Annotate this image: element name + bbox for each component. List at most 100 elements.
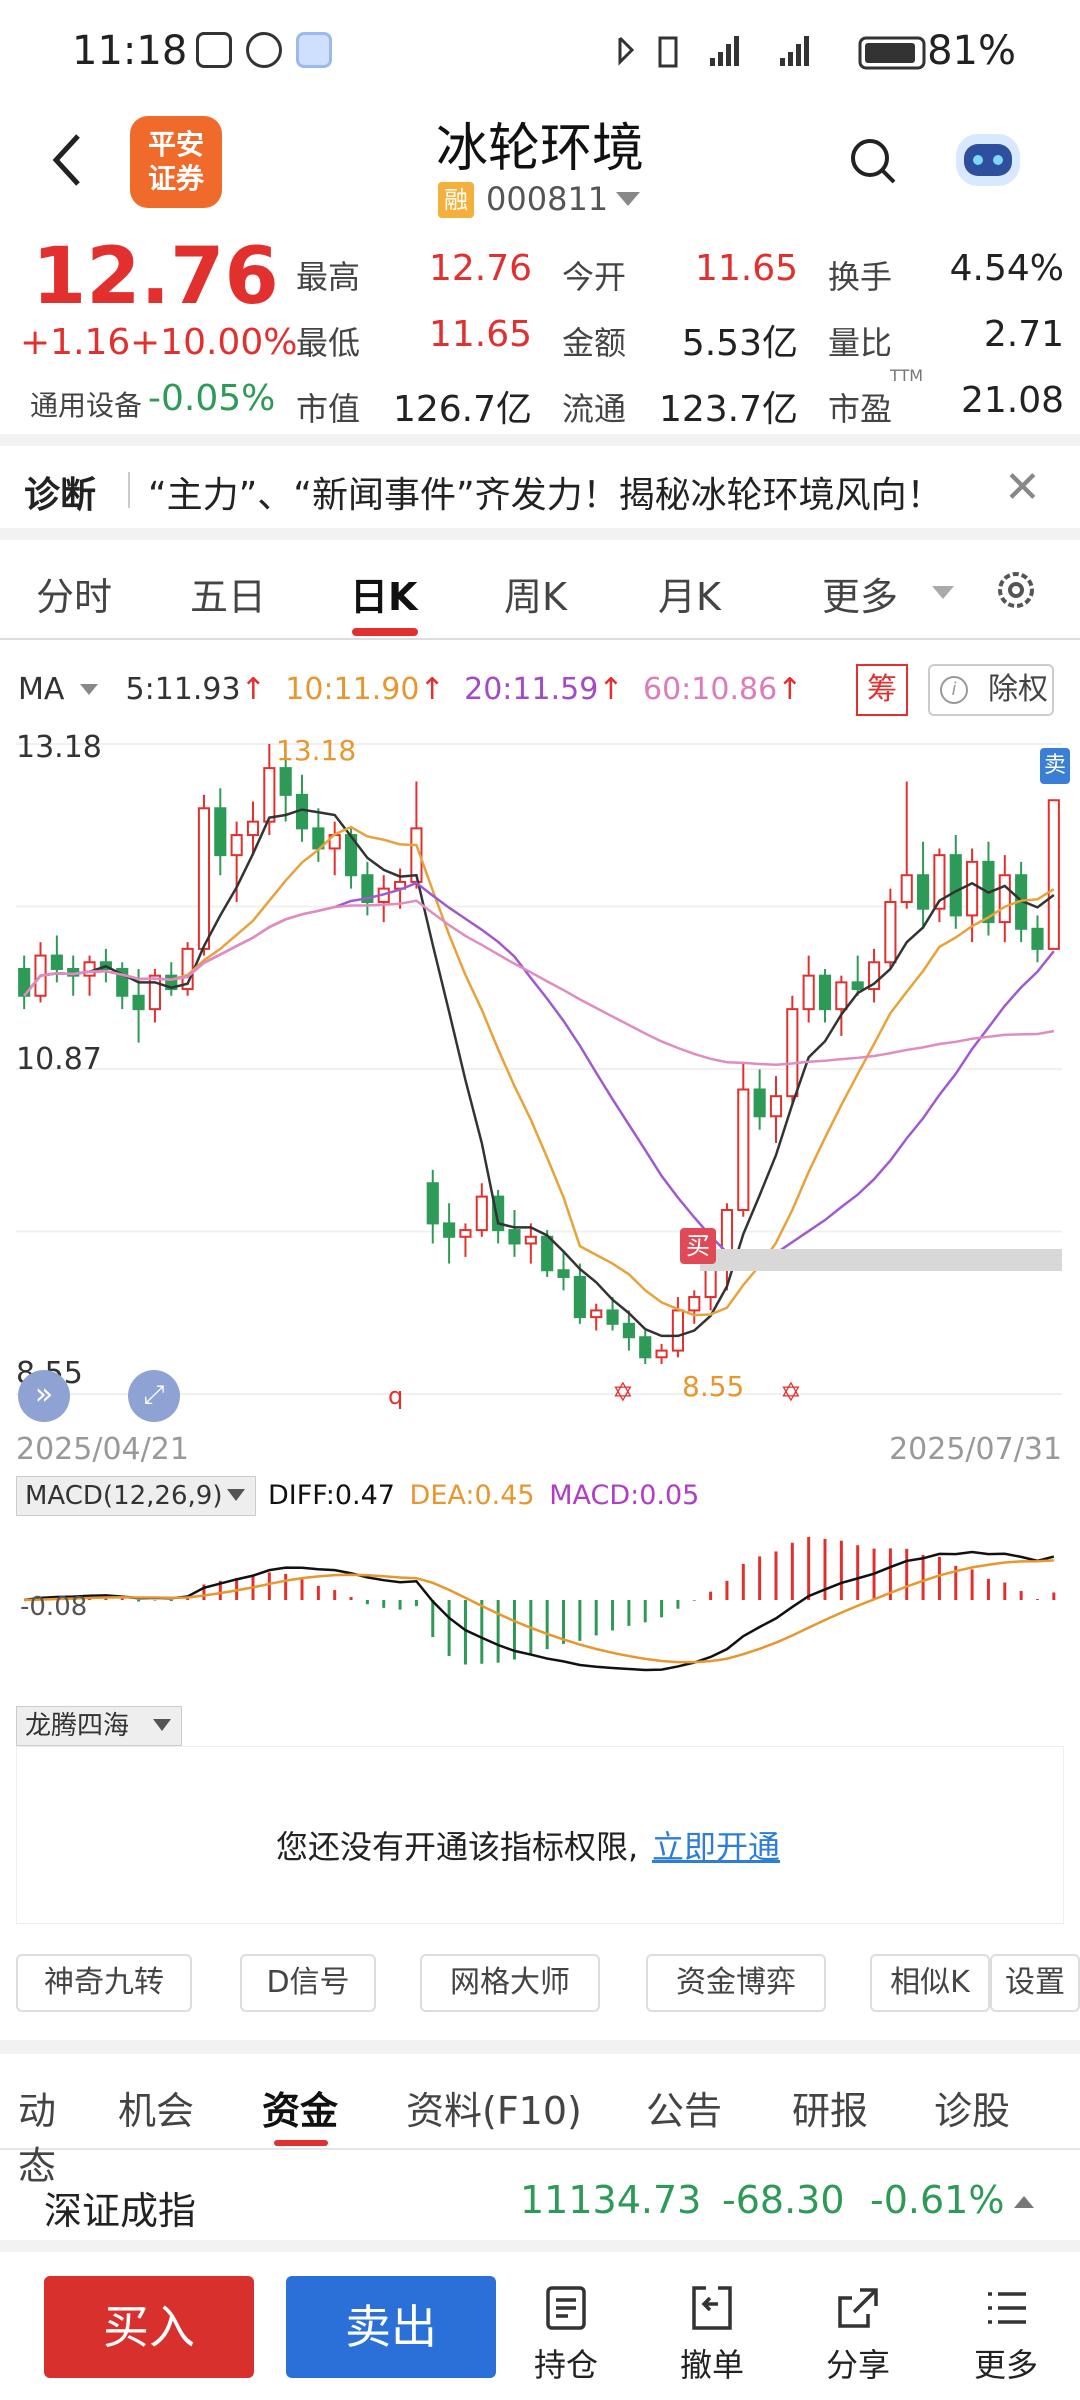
ma-selector[interactable]: MA: [18, 672, 64, 707]
status-bar: 11:18 81%: [0, 0, 1080, 100]
candle-body: [949, 854, 962, 917]
tab-month-k[interactable]: 月K: [658, 566, 721, 621]
indicator-select[interactable]: 龙腾四海: [16, 1706, 182, 1746]
macd-lines: [24, 1550, 1055, 1672]
macd-diff: DIFF:0.47: [268, 1480, 395, 1511]
sell-signal-marker[interactable]: 卖: [1040, 748, 1070, 784]
candle: [377, 875, 390, 923]
positions-button[interactable]: 持仓: [518, 2284, 614, 2386]
robot-assistant-icon[interactable]: [950, 124, 1026, 194]
chip-distribution-button[interactable]: 筹: [856, 664, 908, 716]
candle: [443, 1203, 456, 1264]
chevron-down-icon: [153, 1719, 171, 1731]
share-icon: [838, 2288, 878, 2328]
candle: [50, 935, 63, 983]
quote-label-turnover: 换手: [828, 258, 893, 296]
macd-axis-label: -0.08: [20, 1592, 88, 1622]
sector-change-pct: -0.05%: [148, 378, 276, 419]
cancel-order-icon: [692, 2286, 732, 2330]
ma5-value: 5:11.93: [125, 672, 241, 707]
news-headline[interactable]: “主力”、“新闻事件”齐发力！揭秘冰轮环境风向！: [148, 466, 943, 518]
macd-indicator-select[interactable]: MACD(12,26,9): [16, 1476, 256, 1516]
close-icon[interactable]: ✕: [1004, 462, 1041, 513]
quote-label-low: 最低: [296, 324, 361, 362]
tool-similar-k[interactable]: 相似K: [870, 1954, 990, 2012]
index-change: -68.30: [722, 2178, 845, 2222]
stock-code[interactable]: 000811: [486, 180, 608, 218]
gear-icon[interactable]: [994, 568, 1038, 612]
candle: [655, 1343, 668, 1364]
back-arrow-icon[interactable]: [44, 130, 94, 190]
tool-grid-master[interactable]: 网格大师: [420, 1954, 600, 2012]
candle: [900, 781, 913, 909]
tool-settings[interactable]: 设置: [990, 1954, 1080, 2012]
tool-d-signal[interactable]: D信号: [240, 1954, 376, 2012]
tab-announcement[interactable]: 公告: [646, 2080, 722, 2135]
fullscreen-icon[interactable]: ⤢: [128, 1370, 180, 1422]
quote-label-high: 最高: [296, 258, 361, 296]
sell-button[interactable]: 卖出: [286, 2276, 496, 2378]
tab-fund[interactable]: 资金: [262, 2080, 338, 2135]
candle-body: [50, 954, 63, 970]
tab-more[interactable]: 更多: [822, 566, 898, 621]
macd-dea-line: [24, 1559, 1054, 1664]
chevron-down-icon[interactable]: [616, 192, 640, 206]
more-button[interactable]: 更多: [958, 2284, 1054, 2386]
activate-link[interactable]: 立即开通: [652, 1822, 780, 1868]
chart-grid: [16, 743, 1062, 1395]
expand-left-icon[interactable]: »: [18, 1370, 70, 1422]
candle: [818, 968, 832, 1023]
candle-body: [966, 860, 979, 917]
candle-body: [508, 1229, 521, 1245]
quote-value-pe: 21.08: [960, 380, 1064, 421]
status-icons: [618, 36, 926, 70]
quote-label-market-cap: 市值: [296, 390, 361, 428]
candlestick-chart[interactable]: [0, 724, 1080, 1414]
tab-f10[interactable]: 资料(F10): [406, 2080, 582, 2135]
star-marker-icon[interactable]: ✡: [612, 1378, 634, 1408]
candle-body: [639, 1336, 652, 1359]
star-marker-icon[interactable]: ✡: [780, 1378, 802, 1408]
sector-name[interactable]: 通用设备: [30, 384, 142, 424]
tab-week-k[interactable]: 周K: [504, 566, 567, 621]
buy-button[interactable]: 买入: [44, 2276, 254, 2378]
chevron-down-icon[interactable]: [932, 586, 954, 599]
stock-name: 冰轮环境: [435, 119, 644, 179]
candle-body: [557, 1269, 570, 1278]
app-notification-icon: [296, 32, 332, 68]
tab-research[interactable]: 研报: [792, 2080, 868, 2135]
tab-intraday[interactable]: 分时: [36, 566, 112, 621]
buy-signal-marker[interactable]: 买: [680, 1228, 716, 1264]
candle-body: [622, 1322, 635, 1339]
search-icon[interactable]: [848, 136, 898, 186]
tool-nine-turn[interactable]: 神奇九转: [16, 1954, 192, 2012]
tab-diagnosis[interactable]: 诊股: [934, 2080, 1010, 2135]
candle-body: [279, 767, 292, 796]
y-axis-label-high: 13.18: [16, 730, 102, 765]
tab-day-k[interactable]: 日K: [350, 566, 417, 621]
signal-5g-icon: [780, 36, 809, 66]
candle: [949, 835, 962, 929]
candle: [917, 841, 930, 929]
ma-legend: MA 5:11.93↑ 10:11.90↑ 20:11.59↑ 60:10.86…: [18, 672, 802, 707]
candle-body: [655, 1349, 668, 1359]
chevron-down-icon[interactable]: [79, 684, 98, 695]
event-marker[interactable]: q: [388, 1382, 403, 1410]
tool-fund-game[interactable]: 资金博弈: [646, 1954, 826, 2012]
candle-body: [900, 874, 913, 904]
candle-body: [214, 807, 227, 857]
candle: [884, 888, 897, 969]
tab-opportunity[interactable]: 机会: [118, 2080, 194, 2135]
info-icon: i: [940, 676, 968, 704]
tab-five-day[interactable]: 五日: [190, 566, 266, 621]
share-button[interactable]: 分享: [810, 2284, 906, 2386]
battery-icon: [858, 36, 926, 70]
chart-high-annotation: 13.18: [276, 734, 357, 767]
candle-body: [818, 974, 832, 1011]
quote-value-high: 12.76: [428, 248, 532, 289]
candle-body: [1031, 927, 1044, 950]
candle: [295, 774, 309, 842]
cancel-order-button[interactable]: 撤单: [664, 2284, 760, 2386]
candle: [737, 1062, 750, 1217]
chevron-up-icon[interactable]: [1014, 2196, 1034, 2208]
